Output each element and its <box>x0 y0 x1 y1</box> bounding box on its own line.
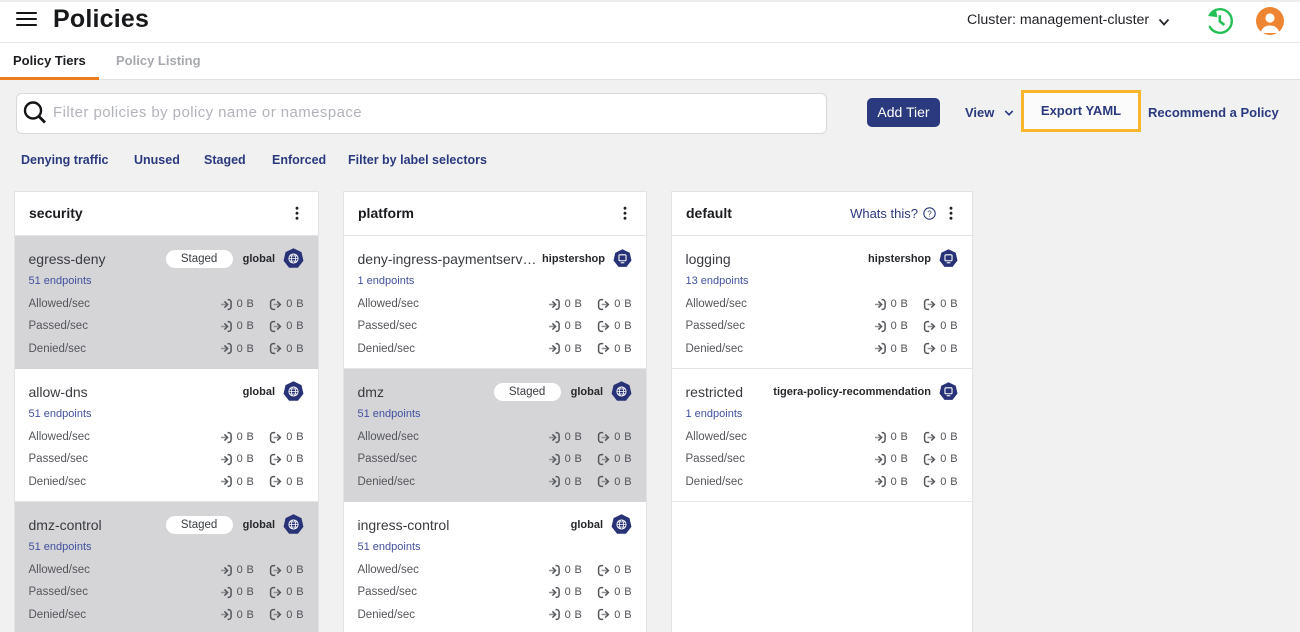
svg-text:?: ? <box>927 209 932 218</box>
